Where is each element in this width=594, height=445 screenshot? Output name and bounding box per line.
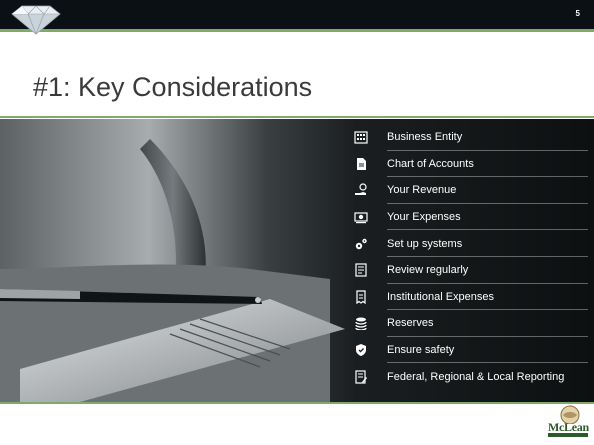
title-rule [0, 116, 594, 118]
coin-stack-icon [345, 310, 377, 336]
list-item-label: Business Entity [387, 131, 463, 144]
list-item: Set up systems [345, 230, 594, 257]
list-item-label: Reserves [387, 317, 434, 330]
list-item: Chart of Accounts [345, 151, 594, 178]
list-item: Your Expenses [345, 204, 594, 231]
top-accent-line [0, 29, 594, 32]
list-item-label: Institutional Expenses [387, 290, 495, 303]
slide-number: 5 [575, 9, 580, 18]
list-item: Review regularly [345, 257, 594, 284]
slide: 5 #1: Key Considerations Business Entity… [0, 0, 594, 445]
building-icon [345, 124, 377, 150]
list-item: Reserves [345, 310, 594, 337]
diamond-logo-icon [11, 5, 61, 35]
list-item: Institutional Expenses [345, 284, 594, 311]
list-item-label: Chart of Accounts [387, 157, 474, 170]
document-icon [345, 151, 377, 177]
cash-icon [345, 204, 377, 230]
list-item: Federal, Regional & Local Reporting [345, 363, 594, 390]
list-item: Your Revenue [345, 177, 594, 204]
slide-title: #1: Key Considerations [33, 72, 313, 102]
top-bar [0, 0, 594, 29]
list-item-label: Federal, Regional & Local Reporting [387, 370, 565, 383]
receipt-icon [345, 284, 377, 310]
mclean-logo: McLean [548, 404, 589, 442]
list-item-label: Set up systems [387, 237, 463, 250]
report-icon [345, 364, 377, 390]
list-item-label: Ensure safety [387, 344, 455, 357]
list-item: Business Entity [345, 124, 594, 151]
checklist-icon [345, 257, 377, 283]
considerations-list: Business Entity Chart of Accounts Your R… [345, 124, 594, 390]
hand-coin-icon [345, 177, 377, 203]
list-item: Ensure safety [345, 337, 594, 364]
bottom-rule [0, 402, 594, 404]
logo-underline [548, 433, 588, 437]
list-item-label: Your Expenses [387, 211, 461, 224]
list-item-label: Review regularly [387, 264, 469, 277]
gears-icon [345, 231, 377, 257]
shield-icon [345, 337, 377, 363]
list-item-label: Your Revenue [387, 184, 457, 197]
